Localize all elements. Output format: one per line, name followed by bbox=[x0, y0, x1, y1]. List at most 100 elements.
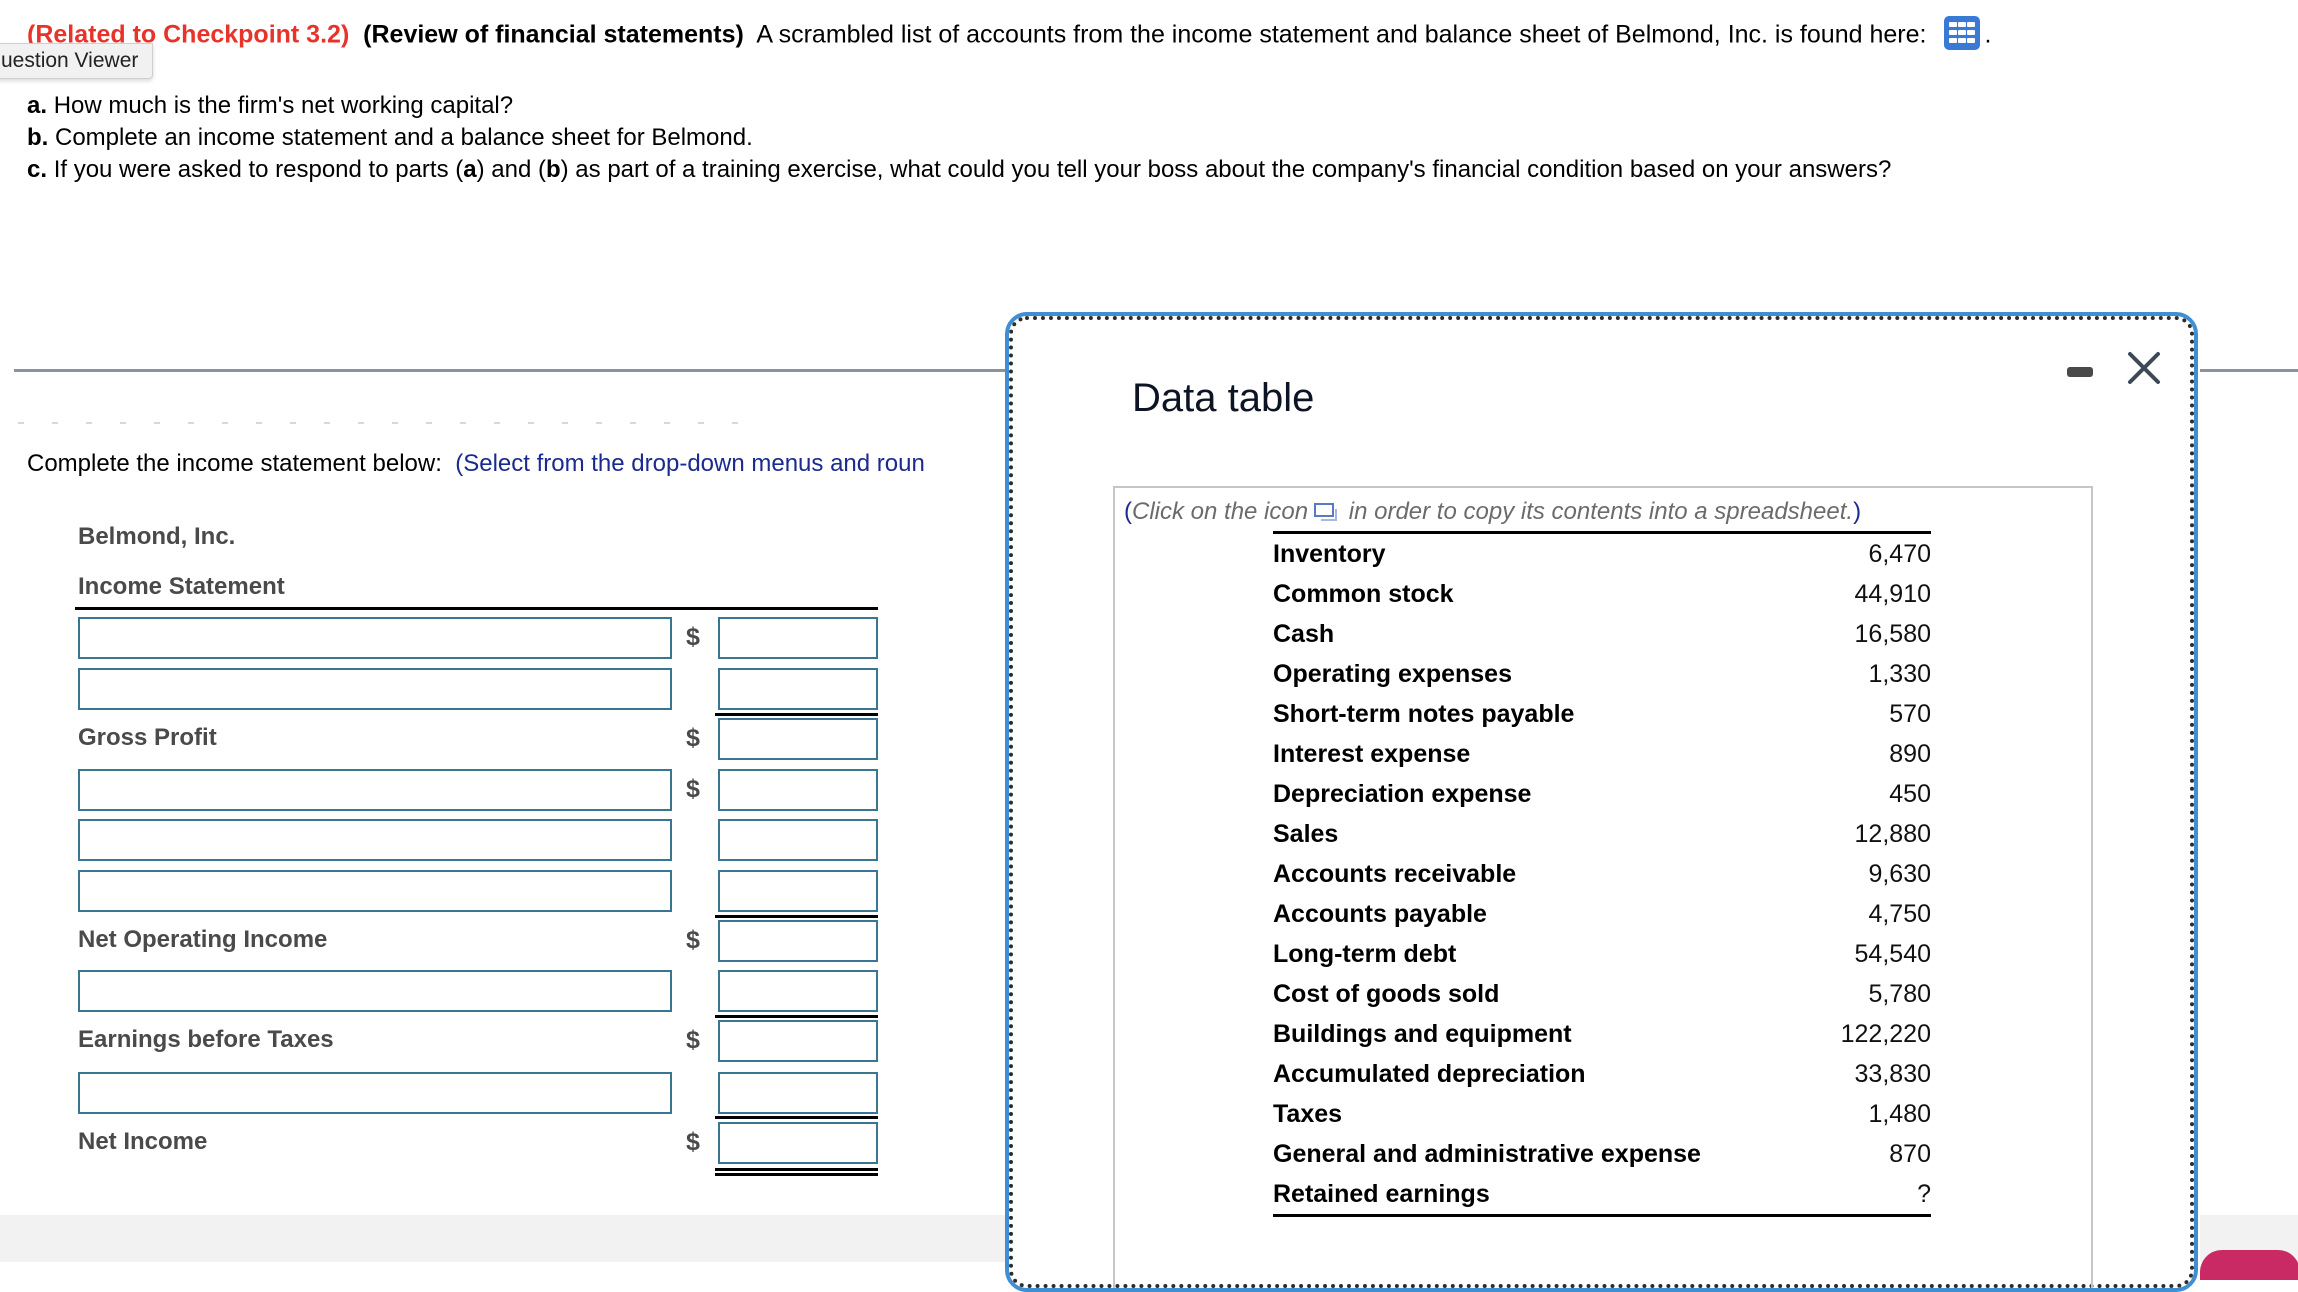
part-letter: c. bbox=[27, 156, 48, 183]
section-divider bbox=[14, 369, 1006, 372]
line-item-select[interactable] bbox=[78, 970, 672, 1012]
account-row: Long-term debt 54,540 bbox=[1273, 934, 1931, 974]
dollar-sign: $ bbox=[686, 724, 700, 752]
account-value: ? bbox=[1917, 1180, 1931, 1208]
account-name: Common stock bbox=[1273, 580, 1454, 608]
grid-table-icon[interactable] bbox=[1944, 16, 1981, 50]
dollar-sign: $ bbox=[686, 1128, 700, 1156]
part-letter: a. bbox=[27, 92, 48, 119]
account-name: General and administrative expense bbox=[1273, 1140, 1701, 1168]
dollar-sign: $ bbox=[686, 775, 700, 803]
account-name: Accounts payable bbox=[1273, 900, 1487, 928]
row-label: Gross Profit bbox=[78, 724, 217, 751]
note-paren: ( bbox=[1124, 498, 1132, 525]
line-item-select[interactable] bbox=[78, 819, 672, 861]
account-row: Accounts receivable 9,630 bbox=[1273, 854, 1931, 894]
part-text: ) and ( bbox=[476, 156, 546, 183]
instructions-lead: Complete the income statement below: bbox=[27, 450, 442, 477]
amount-input[interactable] bbox=[718, 1072, 878, 1114]
account-row: Buildings and equipment 122,220 bbox=[1273, 1014, 1931, 1054]
account-value: 54,540 bbox=[1854, 940, 1931, 968]
amount-input[interactable] bbox=[718, 819, 878, 861]
account-row: Depreciation expense 450 bbox=[1273, 774, 1931, 814]
instructions-hint: (Select from the drop-down menus and rou… bbox=[455, 450, 925, 477]
account-row: Taxes 1,480 bbox=[1273, 1094, 1931, 1134]
subtotal-rule bbox=[715, 915, 878, 918]
account-row: General and administrative expense 870 bbox=[1273, 1134, 1931, 1174]
part-c: c. If you were asked to respond to parts… bbox=[27, 154, 1891, 186]
part-ref: b bbox=[545, 156, 561, 183]
header-rule bbox=[75, 607, 878, 610]
account-row: Cost of goods sold 5,780 bbox=[1273, 974, 1931, 1014]
subtotal-rule bbox=[715, 1116, 878, 1119]
statement-title: Income Statement bbox=[78, 573, 285, 600]
question-parts: a. How much is the firm's net working ca… bbox=[27, 90, 1891, 186]
amount-input[interactable] bbox=[718, 870, 878, 912]
account-value: 4,750 bbox=[1868, 900, 1931, 928]
account-name: Buildings and equipment bbox=[1273, 1020, 1572, 1048]
account-value: 9,630 bbox=[1868, 860, 1931, 888]
question-viewer-tooltip: uestion Viewer bbox=[0, 43, 154, 79]
faded-text-row bbox=[18, 411, 818, 424]
question-topic: (Review of financial statements) bbox=[363, 20, 744, 49]
intro-period: . bbox=[1984, 20, 1992, 49]
account-value: 1,330 bbox=[1868, 660, 1931, 688]
account-name: Short-term notes payable bbox=[1273, 700, 1575, 728]
account-value: 870 bbox=[1889, 1140, 1931, 1168]
account-value: 570 bbox=[1889, 700, 1931, 728]
account-row: Retained earnings? bbox=[1273, 1174, 1931, 1214]
line-item-select[interactable] bbox=[78, 1072, 672, 1114]
dollar-sign: $ bbox=[686, 926, 700, 954]
account-row: Sales 12,880 bbox=[1273, 814, 1931, 854]
amount-input[interactable] bbox=[718, 970, 878, 1012]
total-double-rule bbox=[715, 1173, 878, 1176]
account-name: Accounts receivable bbox=[1273, 860, 1517, 888]
amount-input[interactable] bbox=[718, 769, 878, 811]
account-name: Cash bbox=[1273, 620, 1335, 648]
copy-spreadsheet-icon[interactable] bbox=[1314, 502, 1338, 521]
amount-input[interactable] bbox=[718, 718, 878, 760]
line-item-select[interactable] bbox=[78, 769, 672, 811]
modal-title: Data table bbox=[1132, 376, 1315, 420]
instructions: Complete the income statement below: (Se… bbox=[27, 450, 925, 478]
account-name: Sales bbox=[1273, 820, 1339, 848]
account-name: Cost of goods sold bbox=[1273, 980, 1500, 1008]
line-item-select[interactable] bbox=[78, 668, 672, 710]
row-label: Net Income bbox=[78, 1128, 208, 1155]
account-value: 16,580 bbox=[1854, 620, 1931, 648]
part-b: b. Complete an income statement and a ba… bbox=[27, 122, 1891, 154]
account-name: Taxes bbox=[1273, 1100, 1343, 1128]
part-text: ) as part of a training exercise, what c… bbox=[560, 156, 1892, 183]
line-item-select[interactable] bbox=[78, 870, 672, 912]
account-name: Accumulated depreciation bbox=[1273, 1060, 1586, 1088]
account-value: 6,470 bbox=[1868, 540, 1931, 568]
row-label: Earnings before Taxes bbox=[78, 1026, 334, 1053]
section-divider-right bbox=[2200, 369, 2298, 372]
part-ref: a bbox=[463, 156, 477, 183]
close-icon[interactable] bbox=[2126, 350, 2162, 386]
action-button[interactable] bbox=[2200, 1250, 2298, 1280]
account-row: Accounts payable 4,750 bbox=[1273, 894, 1931, 934]
account-row: Short-term notes payable 570 bbox=[1273, 694, 1931, 734]
account-value: 450 bbox=[1889, 780, 1931, 808]
company-name: Belmond, Inc. bbox=[78, 523, 236, 550]
account-value: 12,880 bbox=[1854, 820, 1931, 848]
account-name: Retained earnings bbox=[1273, 1180, 1490, 1208]
account-name: Interest expense bbox=[1273, 740, 1471, 768]
amount-input[interactable] bbox=[718, 920, 878, 962]
account-name: Depreciation expense bbox=[1273, 780, 1532, 808]
amount-input[interactable] bbox=[718, 668, 878, 710]
part-text: How much is the firm's net working capit… bbox=[53, 92, 514, 119]
minimize-icon[interactable] bbox=[2067, 367, 2093, 377]
subtotal-rule bbox=[715, 713, 878, 716]
amount-input[interactable] bbox=[718, 1122, 878, 1164]
dollar-sign: $ bbox=[686, 623, 700, 651]
amount-input[interactable] bbox=[718, 1020, 878, 1062]
row-label: Net Operating Income bbox=[78, 926, 328, 953]
account-name: Inventory bbox=[1273, 540, 1386, 568]
account-value: 1,480 bbox=[1868, 1100, 1931, 1128]
line-item-select[interactable] bbox=[78, 617, 672, 659]
part-a: a. How much is the firm's net working ca… bbox=[27, 90, 1891, 122]
amount-input[interactable] bbox=[718, 617, 878, 659]
subtotal-rule bbox=[715, 1015, 878, 1018]
